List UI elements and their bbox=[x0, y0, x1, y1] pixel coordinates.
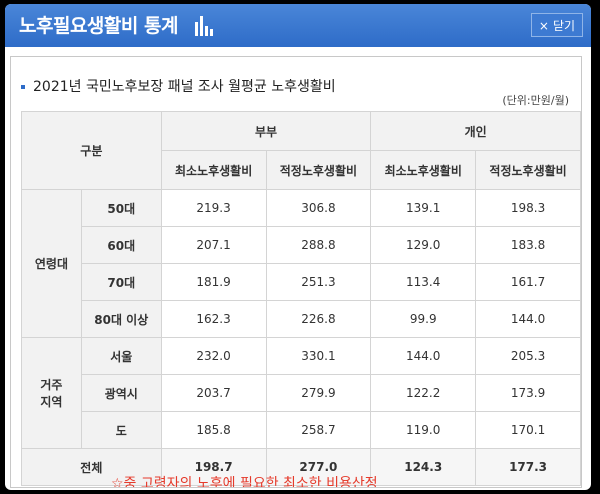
popup-window: 노후필요생활비 통계 × 닫기 2021년 국민노후보장 패널 조사 월평균 노후… bbox=[5, 4, 591, 490]
row-label: 80대 이상 bbox=[80, 300, 162, 338]
table-row: 70대 181.9 251.3 113.4 161.7 bbox=[22, 263, 581, 301]
cell: 288.8 bbox=[265, 226, 372, 264]
table-row: 광역시 203.7 279.9 122.2 173.9 bbox=[22, 374, 581, 412]
cell: 173.9 bbox=[475, 374, 581, 412]
cell: 226.8 bbox=[265, 300, 372, 338]
cell: 258.7 bbox=[265, 411, 372, 449]
cell: 198.3 bbox=[475, 189, 581, 227]
row-label: 50대 bbox=[80, 189, 162, 227]
content-panel: 2021년 국민노후보장 패널 조사 월평균 노후생활비 (단위:만원/월) 구… bbox=[10, 56, 582, 488]
cell: 129.0 bbox=[370, 226, 477, 264]
cell: 139.1 bbox=[370, 189, 477, 227]
cell: 203.7 bbox=[160, 374, 267, 412]
cell: 144.0 bbox=[475, 300, 581, 338]
cell: 306.8 bbox=[265, 189, 372, 227]
bar-chart-icon bbox=[195, 16, 215, 36]
header-proper-cost: 적정노후생활비 bbox=[265, 150, 372, 190]
cell: 113.4 bbox=[370, 263, 477, 301]
header-category: 구분 bbox=[21, 111, 162, 190]
row-label: 서울 bbox=[80, 337, 162, 375]
cell: 232.0 bbox=[160, 337, 267, 375]
popup-header: 노후필요생활비 통계 × 닫기 bbox=[5, 4, 591, 47]
header-proper-cost: 적정노후생활비 bbox=[475, 150, 581, 190]
cell: 144.0 bbox=[370, 337, 477, 375]
header-couple: 부부 bbox=[160, 111, 372, 151]
cell: 251.3 bbox=[265, 263, 372, 301]
close-icon: × bbox=[538, 19, 549, 33]
cell: 99.9 bbox=[370, 300, 477, 338]
row-label: 광역시 bbox=[80, 374, 162, 412]
living-cost-table: 구분 부부 개인 최소노후생활비 적정노후생활비 최소노후생활비 적정노후생활비… bbox=[21, 111, 581, 486]
cell: 122.2 bbox=[370, 374, 477, 412]
row-label: 도 bbox=[80, 411, 162, 449]
table-row: 80대 이상 162.3 226.8 99.9 144.0 bbox=[22, 300, 581, 338]
cell: 162.3 bbox=[160, 300, 267, 338]
cell: 183.8 bbox=[475, 226, 581, 264]
cell: 119.0 bbox=[370, 411, 477, 449]
close-button[interactable]: × 닫기 bbox=[531, 13, 583, 37]
header-min-cost: 최소노후생활비 bbox=[370, 150, 477, 190]
header-individual: 개인 bbox=[370, 111, 581, 151]
group-age: 연령대 bbox=[21, 189, 82, 338]
popup-title: 노후필요생활비 통계 bbox=[19, 15, 178, 37]
footnote: ☆중 고령자의 노후에 필요한 최소한 비용산정 bbox=[111, 476, 378, 488]
section-title-text: 2021년 국민노후보장 패널 조사 월평균 노후생활비 bbox=[33, 79, 336, 95]
table-row: 도 185.8 258.7 119.0 170.1 bbox=[22, 411, 581, 449]
table-row: 거주 지역 서울 232.0 330.1 144.0 205.3 bbox=[21, 337, 581, 449]
cell: 170.1 bbox=[475, 411, 581, 449]
header-min-cost: 최소노후생활비 bbox=[160, 150, 267, 190]
table-row: 60대 207.1 288.8 129.0 183.8 bbox=[22, 226, 581, 264]
cell: 205.3 bbox=[475, 337, 581, 375]
row-label: 70대 bbox=[80, 263, 162, 301]
unit-label: (단위:만원/월) bbox=[502, 94, 569, 107]
group-region: 거주 지역 bbox=[21, 337, 82, 449]
cell: 185.8 bbox=[160, 411, 267, 449]
cell: 330.1 bbox=[265, 337, 372, 375]
row-label: 60대 bbox=[80, 226, 162, 264]
popup-frame: 노후필요생활비 통계 × 닫기 2021년 국민노후보장 패널 조사 월평균 노후… bbox=[0, 0, 600, 494]
cell: 279.9 bbox=[265, 374, 372, 412]
table-row: 연령대 50대 219.3 306.8 139.1 198.3 bbox=[21, 189, 581, 338]
cell: 207.1 bbox=[160, 226, 267, 264]
section-title: 2021년 국민노후보장 패널 조사 월평균 노후생활비 bbox=[21, 76, 336, 96]
close-label: 닫기 bbox=[552, 19, 576, 33]
cell: 161.7 bbox=[475, 263, 581, 301]
cell: 124.3 bbox=[370, 448, 477, 486]
cell: 177.3 bbox=[475, 448, 581, 486]
cell: 181.9 bbox=[160, 263, 267, 301]
cell: 219.3 bbox=[160, 189, 267, 227]
bullet-icon bbox=[21, 85, 25, 89]
